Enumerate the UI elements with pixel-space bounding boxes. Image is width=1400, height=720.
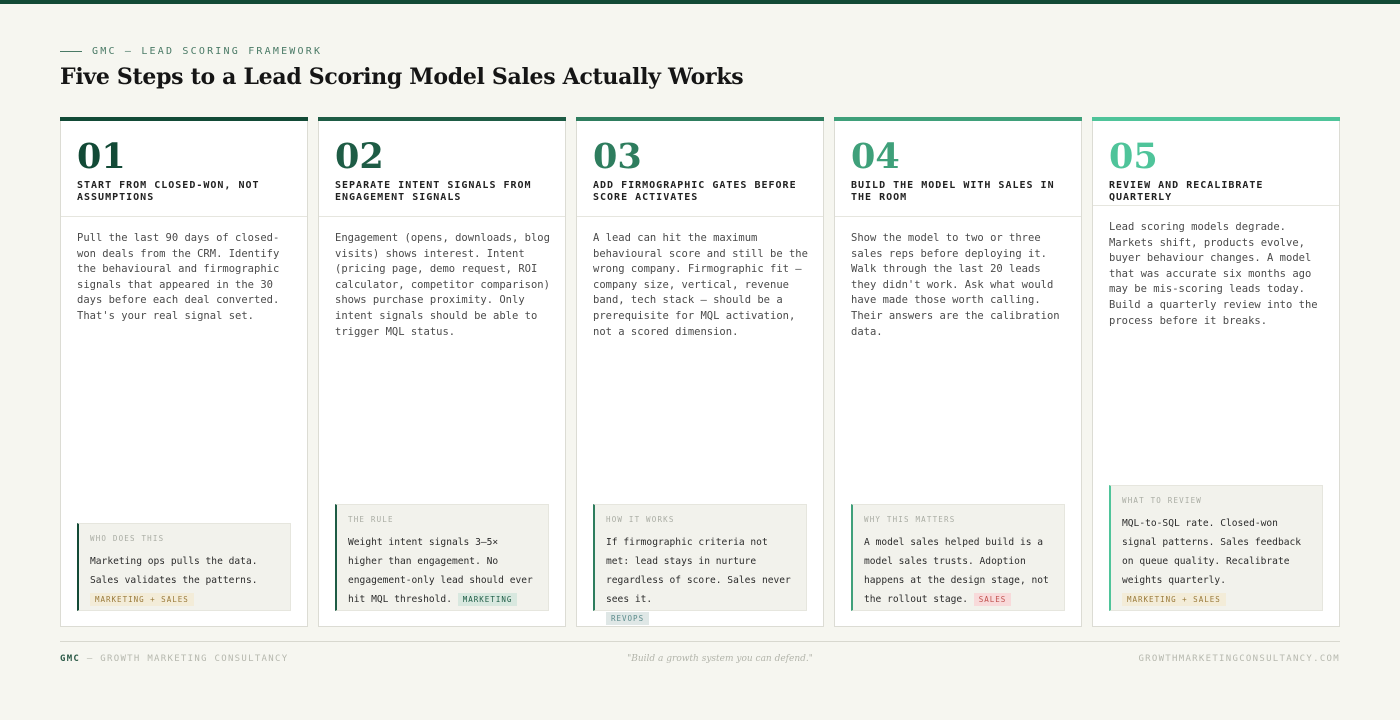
note-text: MQL-to-SQL rate. Closed-won signal patte… [1122,514,1312,609]
step-card-1: 01 START FROM CLOSED-WON, NOT ASSUMPTION… [60,117,308,627]
step-header-4: 04 BUILD THE MODEL WITH SALES IN THE ROO… [835,121,1081,217]
step-number: 03 [593,136,642,177]
step-number: 02 [335,136,384,177]
step-number: 04 [851,136,900,177]
note-content: MQL-to-SQL rate. Closed-won signal patte… [1122,518,1302,586]
step-number: 05 [1109,136,1158,177]
note-content: Marketing ops pulls the data. Sales vali… [90,556,258,586]
step-card-5: 05 REVIEW AND RECALIBRATE QUARTERLY Lead… [1092,117,1340,627]
note-label: WHO DOES THIS [90,534,165,543]
eyebrow: GMC — LEAD SCORING FRAMEWORK [60,46,322,57]
step-card-4: 04 BUILD THE MODEL WITH SALES IN THE ROO… [834,117,1082,627]
steps-row: 01 START FROM CLOSED-WON, NOT ASSUMPTION… [60,117,1340,627]
step-body: A lead can hit the maximum behavioural s… [593,232,808,338]
step-note: HOW IT WORKS If firmographic criteria no… [593,504,807,625]
step-title: SEPARATE INTENT SIGNALS FROM ENGAGEMENT … [335,180,532,203]
tag-badge: SALES [973,592,1012,606]
step-header-5: 05 REVIEW AND RECALIBRATE QUARTERLY [1093,121,1339,206]
note-label: WHAT TO REVIEW [1122,496,1203,505]
tag-badge: MARKETING + SALES [90,592,194,606]
footer-brand-name: — GROWTH MARKETING CONSULTANCY [80,654,289,664]
eyebrow-text: GMC — LEAD SCORING FRAMEWORK [92,46,323,57]
step-body: Show the model to two or three sales rep… [851,232,1060,338]
step-note: WHO DOES THIS Marketing ops pulls the da… [77,523,291,611]
top-accent-bar [0,0,1400,4]
footer-brand: GMC — GROWTH MARKETING CONSULTANCY [60,654,288,664]
step-note: WHY THIS MATTERS A model sales helped bu… [851,504,1065,611]
step-body: Engagement (opens, downloads, blog visit… [335,232,550,338]
step-body: Pull the last 90 days of closed-won deal… [77,232,280,322]
note-content: If firmographic criteria not met: lead s… [606,537,791,605]
step-title: ADD FIRMOGRAPHIC GATES BEFORE SCORE ACTI… [593,180,797,203]
tag-badge: MARKETING + SALES [1122,592,1226,606]
step-title: BUILD THE MODEL WITH SALES IN THE ROOM [851,180,1055,203]
step-header-2: 02 SEPARATE INTENT SIGNALS FROM ENGAGEME… [319,121,565,217]
note-text: A model sales helped build is a model sa… [864,533,1054,609]
step-card-2: 02 SEPARATE INTENT SIGNALS FROM ENGAGEME… [318,117,566,627]
step-header-1: 01 START FROM CLOSED-WON, NOT ASSUMPTION… [61,121,307,217]
step-title: START FROM CLOSED-WON, NOT ASSUMPTIONS [77,180,260,203]
step-note: THE RULE Weight intent signals 3–5× high… [335,504,549,611]
page-title: Five Steps to a Lead Scoring Model Sales… [60,64,744,90]
note-label: WHY THIS MATTERS [864,515,956,524]
footer-quote: "Build a growth system you can defend." [627,654,813,664]
step-number: 01 [77,136,126,177]
step-title: REVIEW AND RECALIBRATE QUARTERLY [1109,180,1264,203]
tag-badge: MARKETING [457,592,518,606]
step-card-3: 03 ADD FIRMOGRAPHIC GATES BEFORE SCORE A… [576,117,824,627]
note-text: If firmographic criteria not met: lead s… [606,533,796,628]
note-text: Marketing ops pulls the data. Sales vali… [90,552,280,609]
footer-brand-mark: GMC [60,654,81,664]
step-note: WHAT TO REVIEW MQL-to-SQL rate. Closed-w… [1109,485,1323,611]
eyebrow-rule [60,51,82,52]
step-header-3: 03 ADD FIRMOGRAPHIC GATES BEFORE SCORE A… [577,121,823,217]
note-text: Weight intent signals 3–5× higher than e… [348,533,538,609]
footer-site-link[interactable]: GROWTHMARKETINGCONSULTANCY.COM [1138,654,1340,664]
note-label: HOW IT WORKS [606,515,675,524]
step-body: Lead scoring models degrade. Markets shi… [1109,221,1318,327]
note-content: A model sales helped build is a model sa… [864,537,1049,605]
note-label: THE RULE [348,515,394,524]
tag-badge: REVOPS [606,611,650,625]
footer-divider [60,641,1340,642]
